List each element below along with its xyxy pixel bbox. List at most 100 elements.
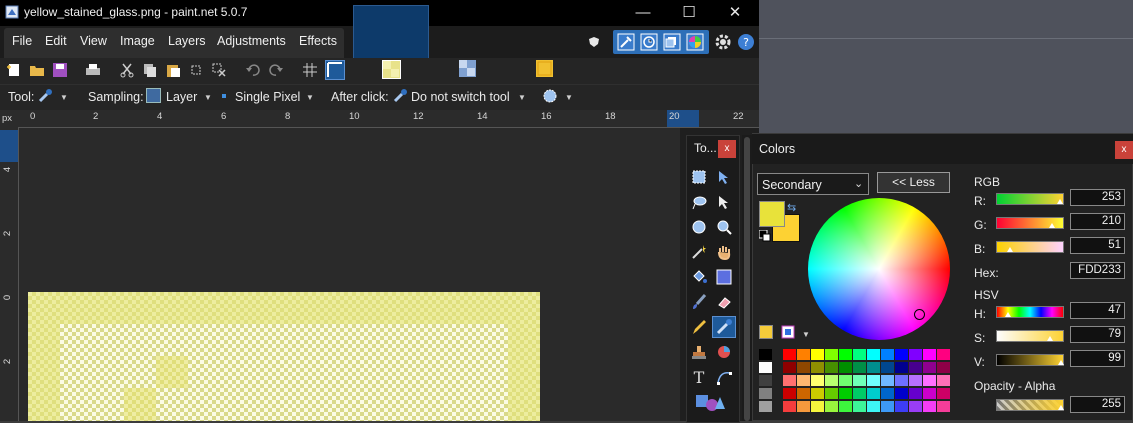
palette-swatch[interactable] — [937, 388, 950, 399]
paste-icon[interactable] — [165, 62, 181, 78]
menu-edit[interactable]: Edit — [45, 34, 67, 48]
palette-swatch[interactable] — [811, 375, 824, 386]
less-button[interactable]: << Less — [877, 172, 950, 193]
green-slider-handle[interactable] — [1049, 223, 1055, 228]
color-palette[interactable] — [759, 349, 951, 421]
palette-swatch[interactable] — [923, 401, 936, 412]
pan-hand-icon[interactable] — [716, 244, 732, 261]
palette-swatch[interactable] — [825, 349, 838, 360]
palette-swatch[interactable] — [811, 401, 824, 412]
redo-icon[interactable] — [268, 62, 284, 78]
history-window-icon[interactable] — [639, 32, 659, 55]
picker-after-icon[interactable] — [392, 88, 408, 104]
palette-swatch[interactable] — [853, 401, 866, 412]
palette-swatch[interactable] — [909, 375, 922, 386]
color-target-select[interactable]: Secondary ⌄ — [757, 173, 869, 195]
palette-swatch[interactable] — [783, 375, 796, 386]
hue-input[interactable]: 47 — [1070, 302, 1125, 319]
palette-swatch[interactable] — [937, 375, 950, 386]
grid-icon[interactable] — [302, 62, 318, 78]
palette-swatch[interactable] — [881, 362, 894, 373]
saturation-slider-handle[interactable] — [1047, 336, 1053, 341]
sample-mode-value[interactable]: Single Pixel — [235, 90, 300, 104]
sampling-dropdown-icon[interactable]: ▼ — [204, 93, 212, 102]
tools-window-icon[interactable] — [616, 32, 636, 55]
pencil-icon[interactable] — [691, 319, 707, 335]
primary-color-swatch[interactable] — [759, 201, 785, 227]
palette-swatch[interactable] — [759, 362, 772, 373]
blue-slider-handle[interactable] — [1007, 247, 1013, 252]
palette-swatch[interactable] — [895, 362, 908, 373]
help-icon[interactable]: ? — [737, 33, 755, 54]
palette-swatch[interactable] — [867, 349, 880, 360]
save-icon[interactable] — [52, 62, 68, 78]
palette-swatch[interactable] — [825, 401, 838, 412]
blue-input[interactable]: 51 — [1070, 237, 1125, 254]
paint-bucket-icon[interactable] — [691, 269, 707, 285]
menu-effects[interactable]: Effects — [299, 34, 337, 48]
line-curve-icon[interactable] — [716, 369, 732, 385]
palette-swatch[interactable] — [783, 401, 796, 412]
colors-window-icon[interactable] — [685, 32, 705, 55]
reset-colors-icon[interactable] — [758, 229, 771, 245]
red-slider[interactable] — [996, 193, 1064, 205]
menu-adjustments[interactable]: Adjustments — [217, 34, 286, 48]
palette-swatch[interactable] — [881, 375, 894, 386]
palette-swatch[interactable] — [825, 375, 838, 386]
maximize-button[interactable]: ☐ — [666, 0, 712, 26]
open-folder-icon[interactable] — [29, 62, 45, 78]
palette-swatch[interactable] — [853, 388, 866, 399]
text-tool-icon[interactable]: T — [691, 368, 707, 387]
palette-swatch[interactable] — [797, 362, 810, 373]
palette-swatch[interactable] — [923, 349, 936, 360]
hue-slider-handle[interactable] — [1005, 312, 1011, 317]
palette-swatch[interactable] — [867, 401, 880, 412]
palette-swatch[interactable] — [797, 401, 810, 412]
red-slider-handle[interactable] — [1057, 199, 1063, 204]
shapes-icon[interactable] — [695, 393, 725, 413]
colors-close-button[interactable]: x — [1115, 141, 1133, 159]
deselect-icon[interactable] — [211, 62, 227, 78]
image-thumbnail-orange[interactable] — [536, 60, 553, 77]
palette-swatch[interactable] — [839, 401, 852, 412]
lasso-select-icon[interactable] — [691, 194, 707, 210]
palette-swatch[interactable] — [923, 388, 936, 399]
image-canvas[interactable] — [28, 292, 540, 421]
palette-swatch[interactable] — [923, 375, 936, 386]
color-picker-icon[interactable] — [37, 88, 53, 104]
color-wheel-marker[interactable] — [914, 309, 925, 320]
palette-swatch[interactable] — [825, 362, 838, 373]
palette-swatch[interactable] — [825, 388, 838, 399]
move-selected-icon[interactable] — [716, 169, 732, 185]
green-input[interactable]: 210 — [1070, 213, 1125, 230]
add-to-palette-icon[interactable] — [759, 325, 773, 339]
palette-swatch[interactable] — [783, 388, 796, 399]
palette-swatch[interactable] — [937, 362, 950, 373]
palette-swatch[interactable] — [839, 388, 852, 399]
palette-swatch[interactable] — [895, 401, 908, 412]
saturation-input[interactable]: 79 — [1070, 326, 1125, 343]
palette-swatch[interactable] — [759, 349, 772, 360]
palette-swatch[interactable] — [759, 388, 772, 399]
cut-icon[interactable] — [119, 62, 135, 78]
palette-swatch[interactable] — [811, 388, 824, 399]
rulers-icon[interactable] — [325, 60, 345, 80]
palette-swatch[interactable] — [853, 349, 866, 360]
close-button[interactable]: ✕ — [712, 0, 758, 26]
gear-icon[interactable] — [714, 33, 732, 54]
palette-swatch[interactable] — [839, 375, 852, 386]
palette-swatch[interactable] — [867, 362, 880, 373]
palette-swatch[interactable] — [895, 349, 908, 360]
paintbrush-icon[interactable] — [691, 294, 707, 310]
tools-scrollbar-thumb[interactable] — [744, 137, 750, 421]
sample-mode-dropdown-icon[interactable]: ▼ — [306, 93, 314, 102]
magic-wand-icon[interactable] — [691, 244, 707, 260]
palette-swatch[interactable] — [909, 362, 922, 373]
palette-swatch[interactable] — [759, 375, 772, 386]
palette-swatch[interactable] — [867, 375, 880, 386]
tool-dropdown-icon[interactable]: ▼ — [60, 93, 68, 102]
palette-swatch[interactable] — [759, 401, 772, 412]
alpha-slider[interactable] — [996, 399, 1064, 411]
copy-icon[interactable] — [142, 62, 158, 78]
layer-sampling-icon[interactable] — [146, 88, 161, 103]
